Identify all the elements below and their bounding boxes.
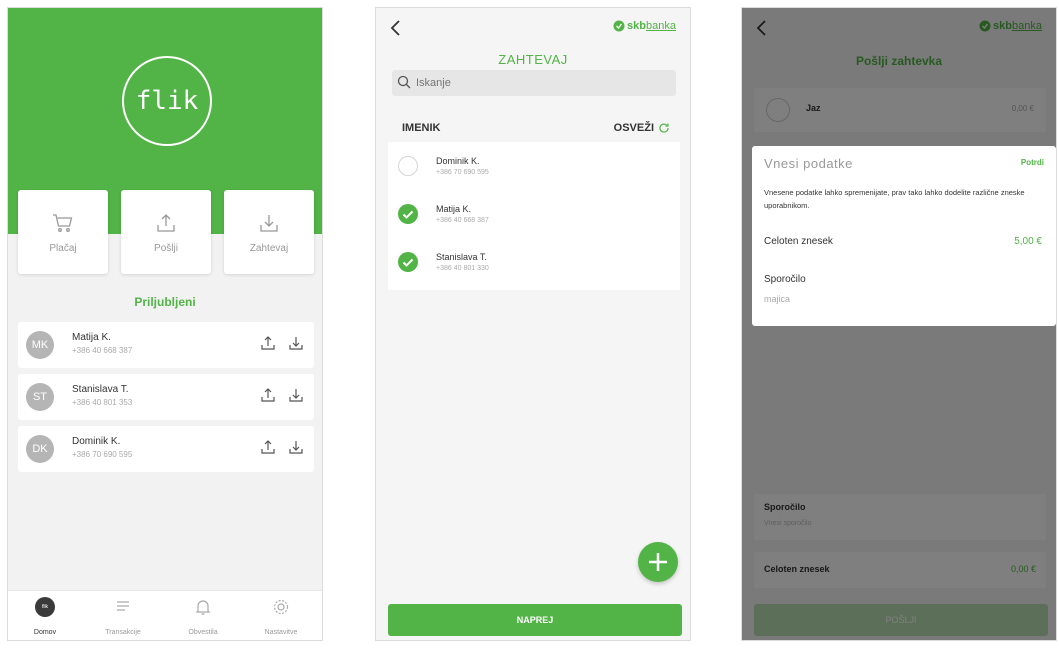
favorites-title: Priljubljeni	[134, 295, 196, 309]
contact-row[interactable]: Dominik K. +386 70 690 595	[388, 144, 680, 192]
send-label: Pošlji	[154, 242, 178, 254]
contact-name: Stanislava T.	[72, 384, 129, 395]
bottom-nav: flik Domov Transakcije Obvestila Nastavi…	[8, 590, 322, 640]
flik-logo: flik	[122, 56, 212, 146]
contact-phone: +386 40 801 330	[436, 265, 489, 272]
contact-phone: +386 40 668 387	[72, 346, 133, 355]
avatar: ST	[26, 383, 54, 411]
contact-name: Dominik K.	[436, 156, 480, 166]
contact-phone: +386 70 690 595	[72, 450, 133, 459]
contacts-list: Dominik K. +386 70 690 595 Matija K. +38…	[388, 142, 680, 290]
download-icon	[260, 214, 278, 232]
cart-icon	[53, 213, 73, 232]
request-screen: skbbanka ZAHTEVAJ IMENIK OSVEŽI Dominik …	[375, 7, 691, 641]
contact-row[interactable]: Matija K. +386 40 668 387	[388, 192, 680, 240]
request-from-contact-icon[interactable]	[288, 387, 304, 403]
bank-name-bold: skb	[627, 20, 647, 32]
send-to-contact-icon[interactable]	[260, 335, 276, 351]
bell-icon	[195, 600, 211, 615]
favorite-row[interactable]: ST Stanislava T. +386 40 801 353	[18, 374, 314, 420]
gear-icon	[273, 599, 289, 615]
nav-transactions[interactable]: Transakcije	[88, 597, 158, 639]
nav-settings-label: Nastavitve	[264, 629, 298, 636]
request-label: Zahtevaj	[249, 242, 289, 254]
refresh-icon	[659, 123, 669, 133]
unchecked-circle-icon[interactable]	[398, 156, 418, 176]
contacts-header: IMENIK	[402, 122, 441, 134]
contact-name: Stanislava T.	[436, 252, 487, 262]
skb-logo-icon	[613, 20, 625, 32]
request-button[interactable]: Zahtevaj	[224, 190, 314, 274]
refresh-button[interactable]: OSVEŽI	[614, 122, 670, 134]
enter-details-dialog: Vnesi podatke Potrdi Vnesene podatke lah…	[752, 146, 1056, 326]
refresh-label: OSVEŽI	[613, 122, 654, 134]
nav-home[interactable]: flik Domov	[10, 597, 80, 639]
home-screen: flik Plačaj Pošlji Zahtevaj Priljubljeni…	[7, 7, 323, 641]
nav-notifications-label: Obvestila	[188, 629, 218, 636]
next-button[interactable]: NAPREJ	[388, 604, 682, 636]
add-contact-button[interactable]	[638, 542, 678, 582]
flik-home-icon: flik	[35, 597, 55, 617]
contact-row[interactable]: Stanislava T. +386 40 801 330	[388, 240, 680, 288]
nav-settings[interactable]: Nastavitve	[246, 597, 316, 639]
checked-circle-icon[interactable]	[398, 204, 418, 224]
avatar: DK	[26, 435, 54, 463]
back-arrow-icon[interactable]	[388, 18, 404, 38]
contact-name: Matija K.	[436, 204, 472, 214]
list-icon	[117, 601, 129, 611]
contact-name: Dominik K.	[72, 436, 121, 447]
message-input[interactable]: majica	[764, 294, 790, 304]
send-to-contact-icon[interactable]	[260, 439, 276, 455]
favorite-row[interactable]: MK Matija K. +386 40 668 387	[18, 322, 314, 368]
avatar: MK	[26, 331, 54, 359]
amount-input[interactable]: 5,00 €	[1014, 236, 1042, 247]
search-input[interactable]	[392, 70, 676, 96]
upload-icon	[157, 213, 175, 232]
favorite-row[interactable]: DK Dominik K. +386 70 690 595	[18, 426, 314, 472]
nav-home-label: Domov	[33, 629, 57, 636]
send-request-screen: skbbanka Pošlji zahtevka Jaz 0,00 € Spor…	[741, 7, 1057, 641]
message-label: Sporočilo	[764, 274, 806, 285]
request-from-contact-icon[interactable]	[288, 439, 304, 455]
nav-transactions-label: Transakcije	[105, 629, 141, 636]
dialog-description: Vnesene podatke lahko spremenijate, prav…	[764, 188, 1025, 210]
amount-label: Celoten znesek	[764, 236, 833, 247]
pay-label: Plačaj	[49, 242, 77, 254]
request-from-contact-icon[interactable]	[288, 335, 304, 351]
bank-name-thin: banka	[646, 20, 676, 32]
contact-phone: +386 40 668 387	[436, 217, 489, 224]
search-icon	[397, 75, 411, 89]
nav-notifications[interactable]: Obvestila	[168, 597, 238, 639]
dialog-title: Vnesi podatke	[764, 156, 853, 171]
pay-button[interactable]: Plačaj	[18, 190, 108, 274]
contact-phone: +386 70 690 595	[436, 169, 489, 176]
plus-icon	[649, 553, 667, 571]
send-button[interactable]: Pošlji	[121, 190, 211, 274]
confirm-button[interactable]: Potrdi	[1021, 158, 1044, 167]
bank-logo: skbbanka	[613, 20, 676, 32]
send-to-contact-icon[interactable]	[260, 387, 276, 403]
contact-name: Matija K.	[72, 332, 111, 343]
contact-phone: +386 40 801 353	[72, 398, 133, 407]
page-title: ZAHTEVAJ	[498, 52, 568, 67]
checked-circle-icon[interactable]	[398, 252, 418, 272]
